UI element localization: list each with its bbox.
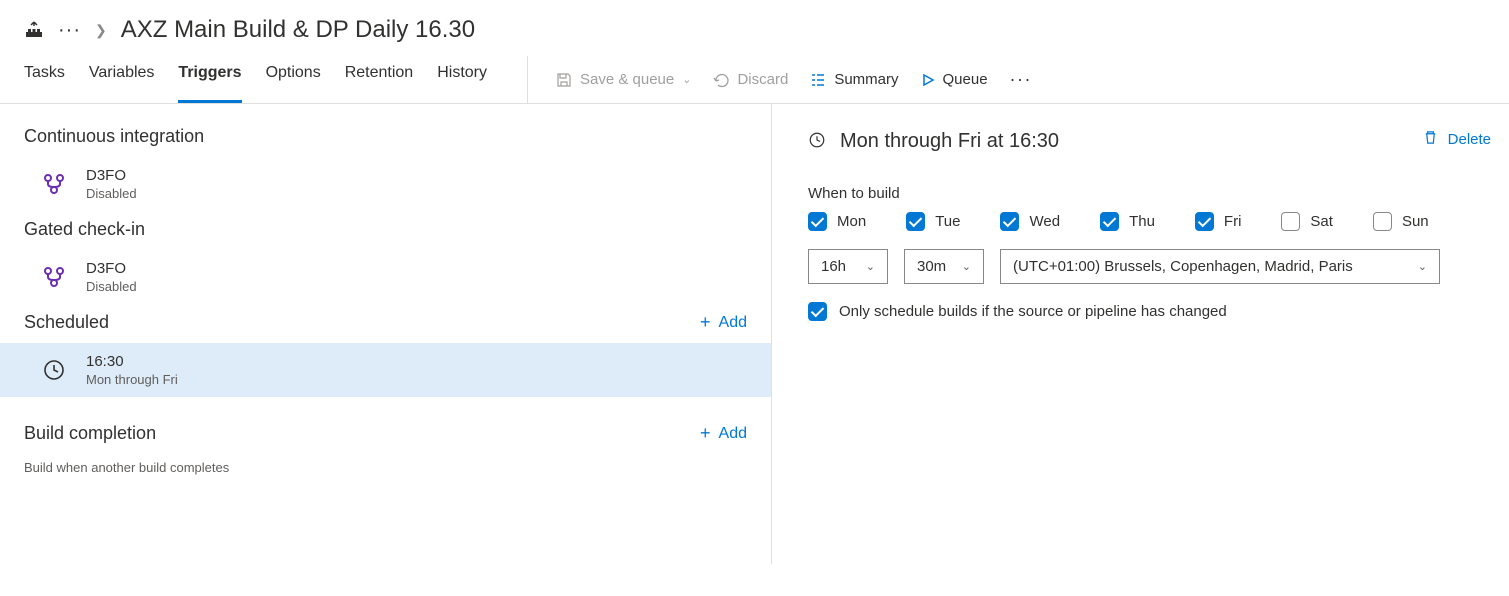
delete-label: Delete [1448, 131, 1491, 148]
time-row: 16h ⌄ 30m ⌄ (UTC+01:00) Brussels, Copenh… [808, 249, 1491, 284]
clock-icon [40, 358, 68, 382]
breadcrumb-more[interactable]: ··· [58, 20, 81, 40]
timezone-value: (UTC+01:00) Brussels, Copenhagen, Madrid… [1013, 258, 1353, 275]
queue-button[interactable]: Queue [921, 71, 988, 88]
scheduled-heading: Scheduled Add [0, 304, 771, 343]
chevron-down-icon: ⌄ [962, 260, 971, 273]
checkbox-icon [1281, 212, 1300, 231]
chevron-right-icon: ❯ [95, 22, 107, 39]
chevron-down-icon: ⌄ [866, 260, 875, 273]
day-label: Mon [837, 213, 866, 230]
minute-value: 30m [917, 258, 946, 275]
tab-triggers[interactable]: Triggers [178, 56, 241, 103]
when-to-build-label: When to build [808, 185, 1491, 202]
scheduled-item-days: Mon through Fri [86, 372, 178, 387]
tab-toolbar-row: Tasks Variables Triggers Options Retenti… [0, 56, 1509, 104]
summary-button[interactable]: Summary [810, 71, 898, 88]
days-row: Mon Tue Wed Thu Fri Sat Sun [808, 212, 1491, 231]
day-tue[interactable]: Tue [906, 212, 960, 231]
scheduled-add-button[interactable]: Add [700, 312, 747, 333]
completion-heading-text: Build completion [24, 423, 156, 444]
save-and-queue-label: Save & queue [580, 71, 674, 88]
chevron-down-icon: ⌄ [682, 73, 691, 86]
day-label: Tue [935, 213, 960, 230]
queue-label: Queue [943, 71, 988, 88]
gated-heading: Gated check-in [0, 211, 771, 250]
branch-icon [40, 265, 68, 289]
delete-schedule-button[interactable]: Delete [1423, 130, 1491, 149]
day-label: Sat [1310, 213, 1333, 230]
breadcrumb-bar: ··· ❯ AXZ Main Build & DP Daily 16.30 [0, 0, 1509, 56]
tab-history[interactable]: History [437, 56, 487, 103]
page-title: AXZ Main Build & DP Daily 16.30 [121, 16, 475, 44]
tab-variables[interactable]: Variables [89, 56, 155, 103]
checkbox-icon [1100, 212, 1119, 231]
gated-item-name: D3FO [86, 260, 137, 277]
branch-icon [40, 172, 68, 196]
day-label: Sun [1402, 213, 1429, 230]
scheduled-trigger-item[interactable]: 16:30 Mon through Fri [0, 343, 771, 397]
scheduled-item-time: 16:30 [86, 353, 178, 370]
day-sun[interactable]: Sun [1373, 212, 1429, 231]
summary-label: Summary [834, 71, 898, 88]
completion-help-text: Build when another build completes [0, 454, 771, 491]
completion-heading: Build completion Add [0, 415, 771, 454]
main-split: Continuous integration D3FO Disabled Gat… [0, 104, 1509, 564]
minute-select[interactable]: 30m ⌄ [904, 249, 984, 284]
only-if-changed-checkbox[interactable]: Only schedule builds if the source or pi… [808, 302, 1491, 321]
ci-heading-text: Continuous integration [24, 126, 204, 147]
day-sat[interactable]: Sat [1281, 212, 1333, 231]
save-and-queue-button[interactable]: Save & queue ⌄ [556, 71, 691, 88]
discard-button[interactable]: Discard [713, 71, 788, 88]
day-label: Thu [1129, 213, 1155, 230]
scheduled-heading-text: Scheduled [24, 312, 109, 333]
checkbox-icon [1000, 212, 1019, 231]
completion-add-button[interactable]: Add [700, 423, 747, 444]
gated-trigger-item[interactable]: D3FO Disabled [0, 250, 771, 304]
only-if-changed-label: Only schedule builds if the source or pi… [839, 303, 1227, 320]
schedule-detail-header: Mon through Fri at 16:30 [808, 130, 1491, 153]
day-label: Fri [1224, 213, 1242, 230]
day-label: Wed [1029, 213, 1060, 230]
ci-item-status: Disabled [86, 186, 137, 201]
day-thu[interactable]: Thu [1100, 212, 1155, 231]
checkbox-icon [1373, 212, 1392, 231]
toolbar-more-button[interactable]: ··· [1010, 69, 1032, 90]
tab-options[interactable]: Options [266, 56, 321, 103]
ci-heading: Continuous integration [0, 118, 771, 157]
day-mon[interactable]: Mon [808, 212, 866, 231]
gated-heading-text: Gated check-in [24, 219, 145, 240]
hour-value: 16h [821, 258, 846, 275]
clock-icon [808, 131, 826, 152]
day-fri[interactable]: Fri [1195, 212, 1242, 231]
timezone-select[interactable]: (UTC+01:00) Brussels, Copenhagen, Madrid… [1000, 249, 1440, 284]
ci-item-name: D3FO [86, 167, 137, 184]
hour-select[interactable]: 16h ⌄ [808, 249, 888, 284]
gated-item-status: Disabled [86, 279, 137, 294]
tab-retention[interactable]: Retention [345, 56, 414, 103]
checkbox-icon [1195, 212, 1214, 231]
pipeline-icon [24, 20, 44, 40]
checkbox-icon [906, 212, 925, 231]
tab-tasks[interactable]: Tasks [24, 56, 65, 103]
schedule-detail-title: Mon through Fri at 16:30 [840, 130, 1059, 153]
toolbar: Save & queue ⌄ Discard Summary Queue ··· [527, 56, 1032, 103]
chevron-down-icon: ⌄ [1418, 260, 1427, 273]
day-wed[interactable]: Wed [1000, 212, 1060, 231]
schedule-detail-panel: Mon through Fri at 16:30 Delete When to … [772, 104, 1509, 564]
discard-label: Discard [737, 71, 788, 88]
checkbox-icon [808, 212, 827, 231]
ci-trigger-item[interactable]: D3FO Disabled [0, 157, 771, 211]
trash-icon [1423, 130, 1438, 149]
trigger-list-panel: Continuous integration D3FO Disabled Gat… [0, 104, 772, 564]
tabs: Tasks Variables Triggers Options Retenti… [24, 56, 487, 103]
checkbox-icon [808, 302, 827, 321]
